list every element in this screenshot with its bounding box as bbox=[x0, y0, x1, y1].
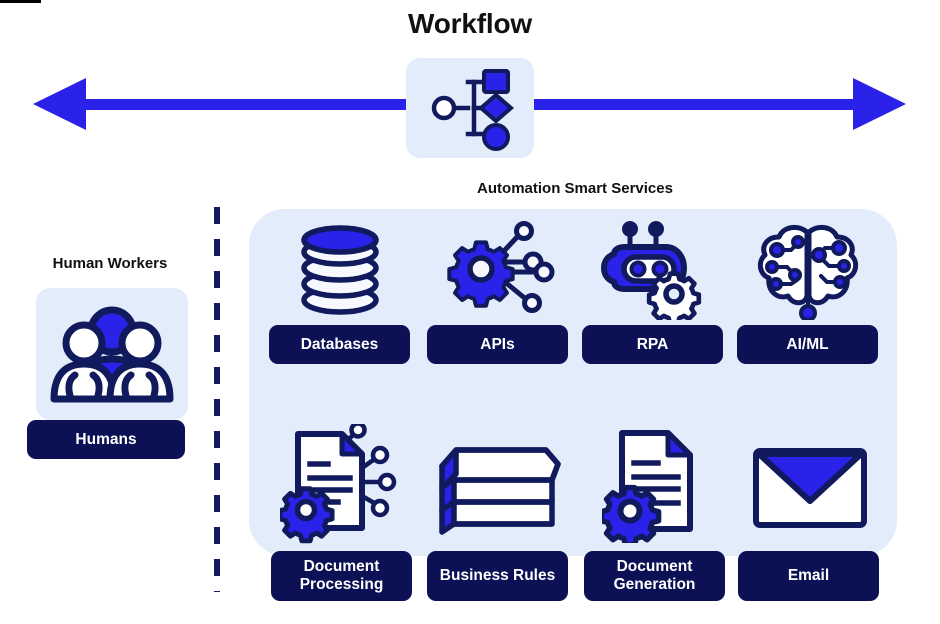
chip-label-line2: Processing bbox=[299, 576, 384, 593]
workflow-badge bbox=[406, 58, 534, 158]
chip-apis[interactable]: APIs bbox=[427, 325, 568, 364]
people-group-icon bbox=[49, 295, 175, 407]
arrow-shaft-right bbox=[526, 99, 853, 110]
circle-outline-node bbox=[431, 95, 457, 121]
chip-databases[interactable]: Databases bbox=[269, 325, 410, 364]
chip-aiml[interactable]: AI/ML bbox=[737, 325, 878, 364]
arrow-shaft-left bbox=[84, 99, 414, 110]
chip-document-generation[interactable]: Document Generation bbox=[584, 551, 725, 601]
chip-rpa[interactable]: RPA bbox=[582, 325, 723, 364]
books-stack-icon bbox=[434, 438, 564, 538]
brain-circuit-icon bbox=[757, 220, 859, 322]
document-gear-icon bbox=[598, 425, 707, 548]
chip-humans[interactable]: Humans bbox=[27, 420, 185, 459]
circle-node bbox=[482, 123, 510, 151]
square-node bbox=[482, 69, 510, 94]
page-title: Workflow bbox=[408, 8, 532, 39]
workflow-flowchart-icon bbox=[431, 69, 515, 151]
envelope-icon bbox=[750, 443, 870, 533]
human-section-caption: Human Workers bbox=[52, 255, 168, 272]
document-gear-network-icon bbox=[277, 421, 404, 544]
diamond-node bbox=[477, 92, 515, 124]
arrow-head-left bbox=[33, 78, 86, 130]
automation-section-caption: Automation Smart Services bbox=[477, 180, 673, 197]
chip-label-line1: Document bbox=[616, 558, 693, 576]
dashed-divider bbox=[214, 207, 220, 592]
robot-gear-icon bbox=[598, 220, 708, 326]
database-stack-icon bbox=[293, 224, 388, 319]
arrow-head-right bbox=[853, 78, 906, 130]
chip-label-line1: Document bbox=[303, 558, 380, 576]
chip-email[interactable]: Email bbox=[738, 551, 879, 601]
chip-label-line2: Generation bbox=[613, 576, 696, 593]
corner-mark bbox=[0, 0, 41, 3]
chip-document-processing[interactable]: Document Processing bbox=[271, 551, 412, 601]
gear-network-icon bbox=[441, 218, 555, 320]
chip-business-rules[interactable]: Business Rules bbox=[427, 551, 568, 601]
